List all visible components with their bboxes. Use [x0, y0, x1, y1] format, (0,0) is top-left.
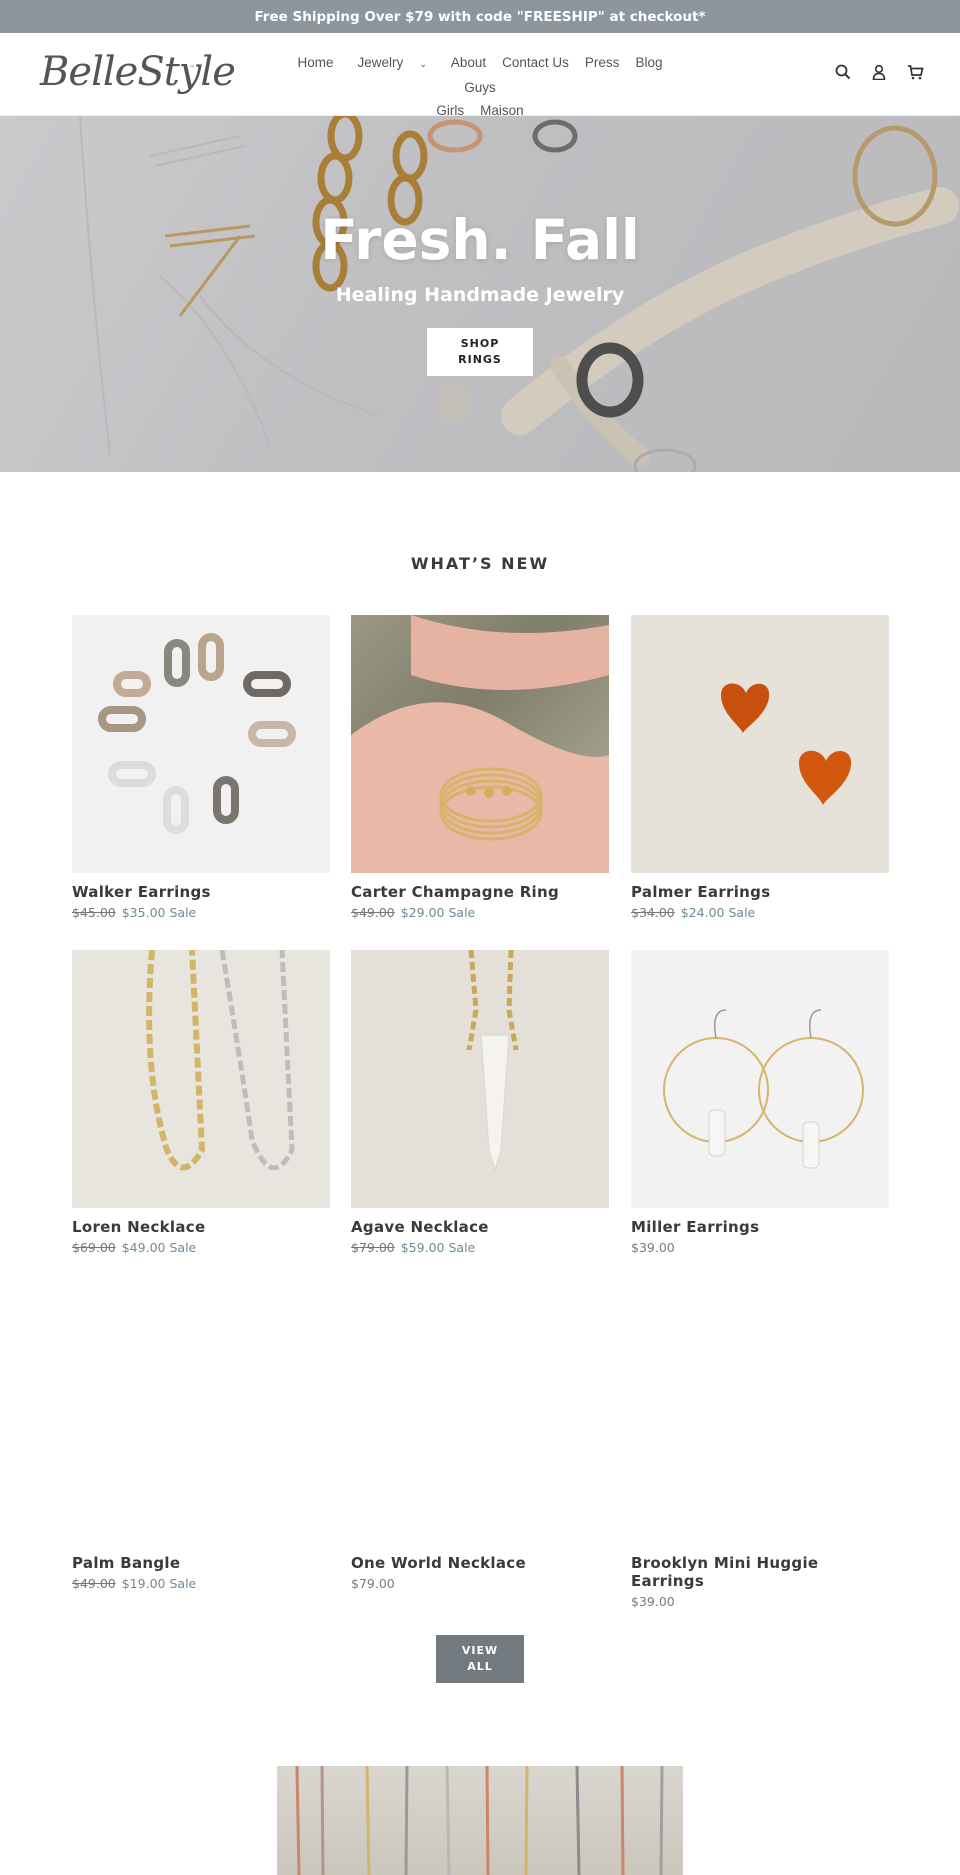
product-name[interactable]: Loren Necklace [72, 1218, 330, 1236]
product-card[interactable]: Miller Earrings $39.00 [631, 950, 889, 1255]
product-image[interactable] [351, 1286, 609, 1544]
product-price-regular: $39.00 [631, 1594, 675, 1609]
product-name[interactable]: Palm Bangle [72, 1554, 330, 1572]
nav-item-guys[interactable]: Guys [464, 76, 496, 99]
view-all-label-line2: ALL [467, 1660, 493, 1673]
header-icons [832, 61, 926, 83]
product-name[interactable]: Brooklyn Mini Huggie Earrings [631, 1554, 889, 1590]
product-image[interactable] [631, 950, 889, 1208]
product-name[interactable]: One World Necklace [351, 1554, 609, 1572]
product-price: $79.00 $59.00 Sale [351, 1240, 609, 1255]
nav-item-jewelry-label: Jewelry [357, 55, 404, 70]
nav-item-blog[interactable]: Blog [635, 51, 662, 74]
announcement-text: Free Shipping Over $79 with code "FREESH… [254, 8, 706, 25]
product-old-price: $79.00 [351, 1240, 395, 1255]
shop-rings-label: SHOP RINGS [458, 336, 502, 368]
product-sale-price: $49.00 [121, 1240, 166, 1255]
shop-rings-label-line1: SHOP [460, 337, 500, 350]
announcement-bar: Free Shipping Over $79 with code "FREESH… [0, 0, 960, 33]
nav-item-jewelry[interactable]: Jewelry ⌄ [350, 51, 435, 76]
product-card[interactable]: Loren Necklace $69.00 $49.00 Sale [72, 950, 330, 1255]
shop-rings-button[interactable]: SHOP RINGS [427, 328, 533, 376]
product-card[interactable]: Walker Earrings $45.00 $35.00 Sale [72, 615, 330, 920]
featured-collection-image[interactable] [277, 1766, 683, 1875]
product-name[interactable]: Palmer Earrings [631, 883, 889, 901]
site-header: BelleStyle ™ Home Jewelry ⌄ About Contact U… [0, 33, 960, 118]
product-name[interactable]: Agave Necklace [351, 1218, 609, 1236]
product-old-price: $49.00 [72, 1576, 116, 1591]
cart-icon[interactable] [904, 61, 926, 83]
product-price: $49.00 $19.00 Sale [72, 1576, 330, 1591]
section-title: WHAT’S NEW [410, 554, 550, 573]
product-image[interactable] [631, 1286, 889, 1544]
main-nav: Home Jewelry ⌄ About Contact Us Press Blog Guy… [270, 51, 690, 122]
product-image[interactable] [72, 950, 330, 1208]
product-price: $39.00 [631, 1240, 889, 1255]
product-sale-price: $35.00 [121, 905, 166, 920]
product-sale-price: $24.00 [680, 905, 725, 920]
hero-subtitle: Healing Handmade Jewelry [335, 284, 625, 306]
nav-item-contact[interactable]: Contact Us [502, 51, 569, 74]
product-old-price: $34.00 [631, 905, 675, 920]
nav-item-home[interactable]: Home [298, 51, 334, 74]
nav-item-press[interactable]: Press [585, 51, 620, 74]
product-sale-label: Sale [448, 905, 476, 920]
product-image[interactable] [631, 615, 889, 873]
product-card[interactable]: One World Necklace $79.00 [351, 1286, 609, 1591]
chevron-down-icon: ⌄ [419, 59, 427, 69]
product-card[interactable]: Agave Necklace $79.00 $59.00 Sale [351, 950, 609, 1255]
logo-trademark: ™ [189, 65, 195, 72]
product-price-regular: $39.00 [631, 1240, 675, 1255]
view-all-label-line1: VIEW [461, 1644, 499, 1657]
product-card[interactable]: Palmer Earrings $34.00 $24.00 Sale [631, 615, 889, 920]
product-price: $69.00 $49.00 Sale [72, 1240, 330, 1255]
product-name[interactable]: Carter Champagne Ring [351, 883, 609, 901]
product-card[interactable]: Brooklyn Mini Huggie Earrings $39.00 [631, 1286, 889, 1609]
product-sale-price: $29.00 [400, 905, 445, 920]
search-icon[interactable] [832, 61, 854, 83]
product-price: $49.00 $29.00 Sale [351, 905, 609, 920]
product-image[interactable] [351, 615, 609, 873]
product-sale-label: Sale [448, 1240, 476, 1255]
product-sale-label: Sale [169, 1576, 197, 1591]
product-sale-price: $19.00 [121, 1576, 166, 1591]
product-price: $45.00 $35.00 Sale [72, 905, 330, 920]
product-sale-label: Sale [728, 905, 756, 920]
product-image[interactable] [72, 615, 330, 873]
product-image[interactable] [351, 950, 609, 1208]
product-name[interactable]: Miller Earrings [631, 1218, 889, 1236]
hero-banner: Fresh. Fall Healing Handmade Jewelry SHO… [0, 116, 960, 472]
shop-rings-label-line2: RINGS [458, 353, 502, 366]
product-old-price: $69.00 [72, 1240, 116, 1255]
product-old-price: $49.00 [351, 905, 395, 920]
view-all-label: VIEW ALL [462, 1643, 498, 1675]
product-price-regular: $79.00 [351, 1576, 395, 1591]
product-price: $39.00 [631, 1594, 889, 1609]
product-card[interactable]: Palm Bangle $49.00 $19.00 Sale [72, 1286, 330, 1591]
product-old-price: $45.00 [72, 905, 116, 920]
product-price: $79.00 [351, 1576, 609, 1591]
view-all-button[interactable]: VIEW ALL [436, 1635, 524, 1683]
brand-logo[interactable]: BelleStyle ™ [40, 43, 236, 105]
product-card[interactable]: Carter Champagne Ring $49.00 $29.00 Sale [351, 615, 609, 920]
product-name[interactable]: Walker Earrings [72, 883, 330, 901]
product-image[interactable] [72, 1286, 330, 1544]
product-price: $34.00 $24.00 Sale [631, 905, 889, 920]
nav-item-about[interactable]: About [451, 51, 486, 74]
product-sale-label: Sale [169, 1240, 197, 1255]
product-sale-label: Sale [169, 905, 197, 920]
logo-text: BelleStyle [40, 49, 236, 95]
hero-title: Fresh. Fall [320, 208, 640, 272]
product-sale-price: $59.00 [400, 1240, 445, 1255]
account-icon[interactable] [868, 61, 890, 83]
